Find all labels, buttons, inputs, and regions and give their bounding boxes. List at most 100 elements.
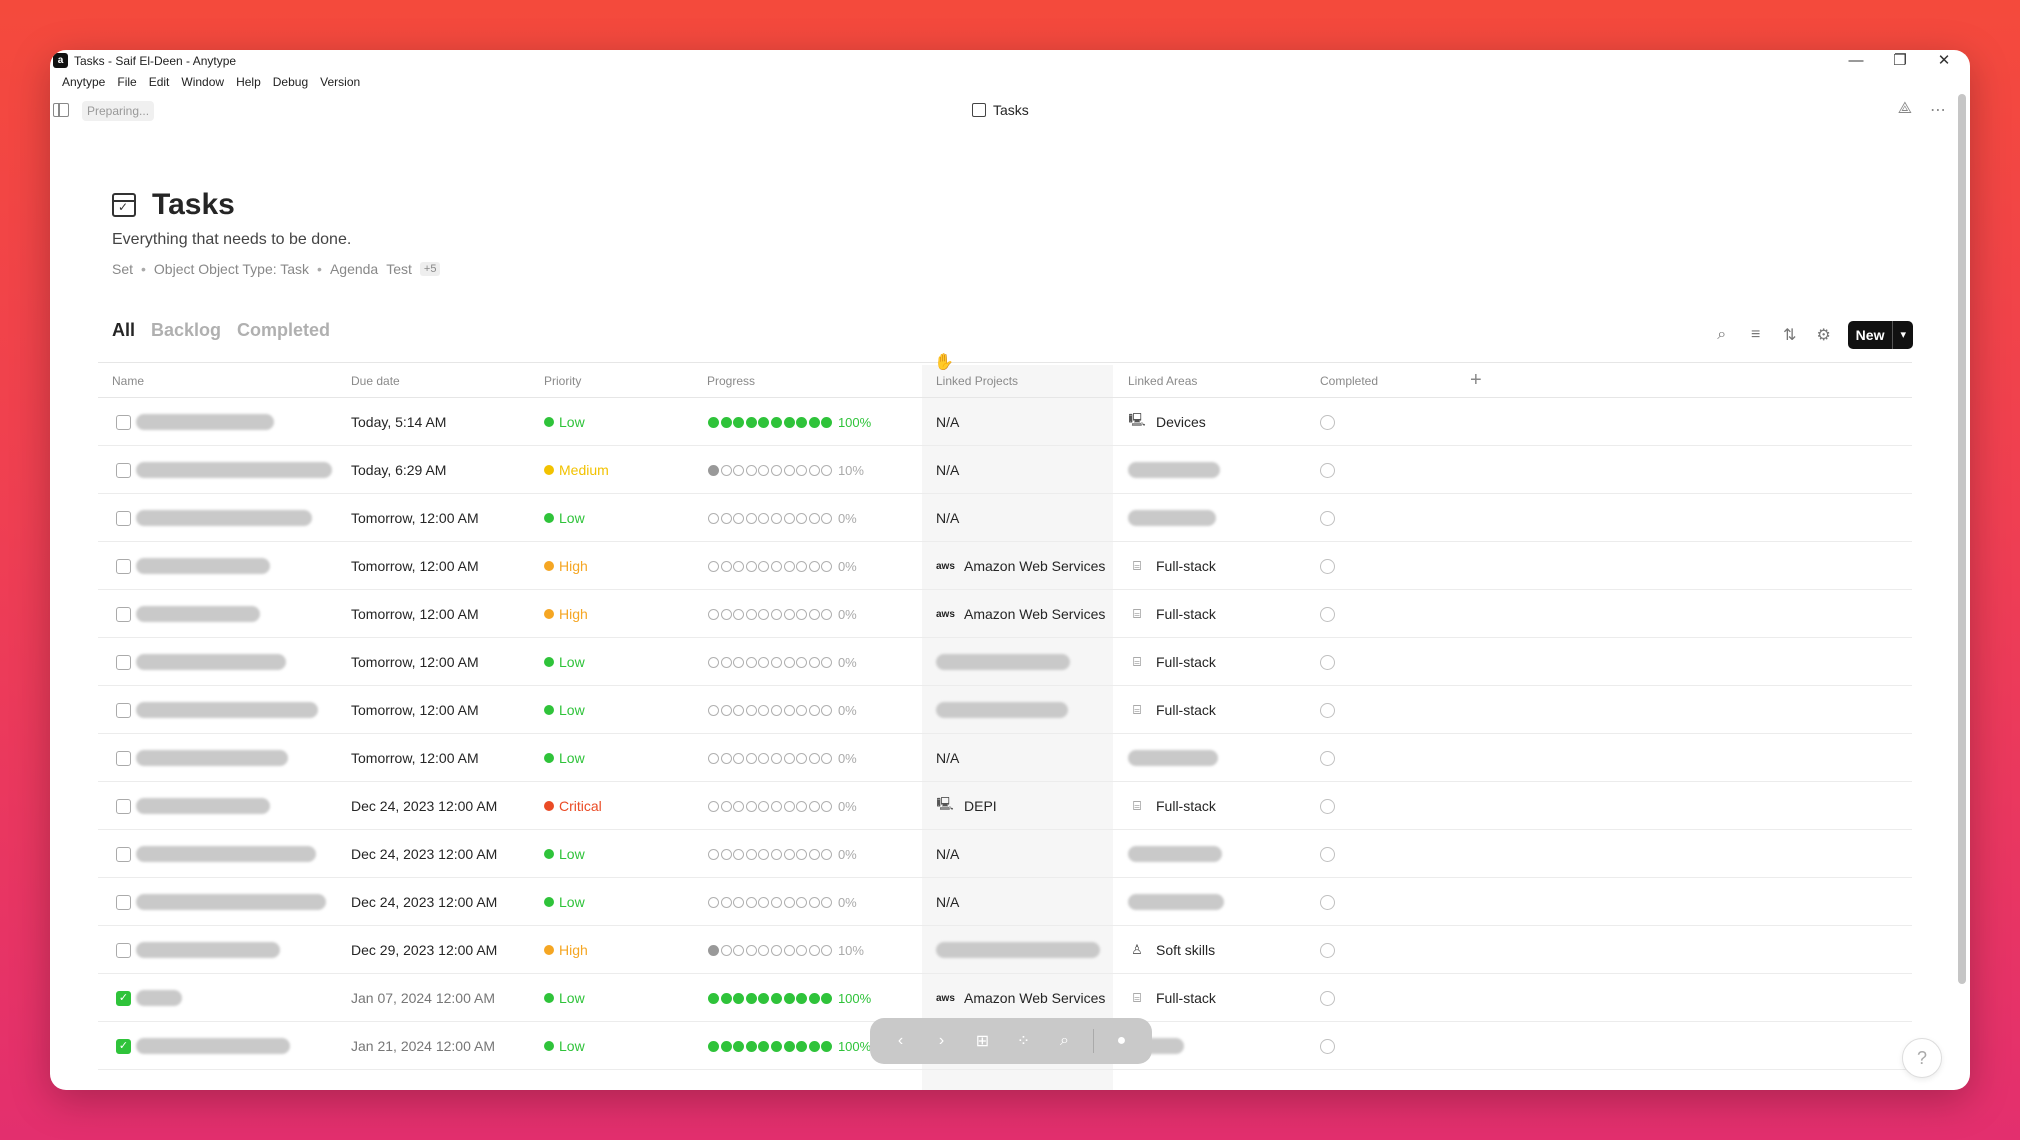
linked-area-cell[interactable]: ♙ Soft skills xyxy=(1128,926,1215,974)
meta-tag-agenda[interactable]: Agenda xyxy=(330,261,378,277)
progress-cell[interactable]: 100% xyxy=(708,1022,871,1070)
priority-cell[interactable]: High xyxy=(544,542,588,590)
sidebar-toggle-icon[interactable] xyxy=(53,103,69,117)
linked-area-cell[interactable]: ⌸ Full-stack xyxy=(1128,782,1216,830)
row-checkbox[interactable] xyxy=(116,750,131,766)
meta-tag-test[interactable]: Test xyxy=(386,261,412,277)
completed-toggle[interactable] xyxy=(1320,462,1335,478)
priority-cell[interactable]: Low xyxy=(544,638,585,686)
priority-cell[interactable]: Low xyxy=(544,1022,585,1070)
due-date-cell[interactable]: Tomorrow, 12:00 AM xyxy=(351,542,479,590)
table-row[interactable]: ✓ Jan 07, 2024 12:00 AM Low 100% aws Amazon W… xyxy=(98,974,1912,1022)
row-checkbox[interactable] xyxy=(116,702,131,718)
graph-icon[interactable]: ⟁ xyxy=(1898,100,1912,118)
sort-icon[interactable]: ⇅ xyxy=(1780,325,1800,345)
row-checkbox[interactable] xyxy=(116,606,131,622)
chevron-down-icon[interactable]: ▾ xyxy=(1892,321,1913,349)
table-row[interactable]: Tomorrow, 12:00 AM Low 0% ⌸ Full-stack xyxy=(98,686,1912,734)
task-name-cell[interactable] xyxy=(136,878,326,926)
progress-cell[interactable]: 0% xyxy=(708,542,857,590)
progress-cell[interactable]: 0% xyxy=(708,686,857,734)
linked-project-cell[interactable] xyxy=(936,686,1068,734)
task-name-cell[interactable] xyxy=(136,686,318,734)
due-date-cell[interactable]: Tomorrow, 12:00 AM xyxy=(351,590,479,638)
meta-set[interactable]: Set xyxy=(112,261,133,277)
due-date-cell[interactable]: Dec 24, 2023 12:00 AM xyxy=(351,878,497,926)
more-icon[interactable]: ⋯ xyxy=(1930,100,1946,120)
progress-cell[interactable]: 10% xyxy=(708,446,864,494)
completed-toggle[interactable] xyxy=(1320,414,1335,430)
page-description[interactable]: Everything that needs to be done. xyxy=(112,231,351,249)
row-checkbox[interactable] xyxy=(116,942,131,958)
linked-project-cell[interactable]: N/A xyxy=(936,398,959,446)
progress-cell[interactable]: 0% xyxy=(708,590,857,638)
column-progress[interactable]: Progress xyxy=(707,374,755,388)
linked-area-cell[interactable]: ⌸ Full-stack xyxy=(1128,638,1216,686)
close-button[interactable]: ✕ xyxy=(1922,52,1966,70)
progress-cell[interactable]: 100% xyxy=(708,974,871,1022)
column-linked-projects[interactable]: Linked Projects xyxy=(936,374,1018,388)
table-row[interactable]: Dec 29, 2023 12:00 AM High 10% ♙ Soft skills xyxy=(98,926,1912,974)
row-checkbox[interactable] xyxy=(116,846,131,862)
priority-cell[interactable]: Low xyxy=(544,734,585,782)
graph-icon[interactable]: ⁘ xyxy=(1011,1031,1037,1051)
completed-toggle[interactable] xyxy=(1320,990,1335,1006)
priority-cell[interactable]: High xyxy=(544,926,588,974)
completed-toggle[interactable] xyxy=(1320,942,1335,958)
table-row[interactable]: Tomorrow, 12:00 AM High 0% aws Amazon Web Se… xyxy=(98,590,1912,638)
table-row[interactable]: Tomorrow, 12:00 AM Low 0% N/A xyxy=(98,494,1912,542)
linked-area-cell[interactable] xyxy=(1128,878,1224,926)
scrollbar[interactable] xyxy=(1958,94,1966,984)
linked-project-cell[interactable] xyxy=(936,926,1100,974)
meta-type[interactable]: Object Object Type: Task xyxy=(154,261,309,277)
priority-cell[interactable]: Critical xyxy=(544,782,602,830)
row-checkbox[interactable] xyxy=(116,414,131,430)
column-completed[interactable]: Completed xyxy=(1320,374,1378,388)
row-checkbox[interactable]: ✓ xyxy=(116,990,131,1006)
task-name-cell[interactable] xyxy=(136,734,288,782)
progress-cell[interactable]: 0% xyxy=(708,878,857,926)
menu-file[interactable]: File xyxy=(111,72,142,92)
menu-anytype[interactable]: Anytype xyxy=(56,72,111,92)
linked-project-cell[interactable]: N/A xyxy=(936,494,959,542)
priority-cell[interactable]: High xyxy=(544,590,588,638)
priority-cell[interactable]: Low xyxy=(544,974,585,1022)
completed-toggle[interactable] xyxy=(1320,846,1335,862)
completed-toggle[interactable] xyxy=(1320,1038,1335,1054)
linked-area-cell[interactable]: ⌸ Full-stack xyxy=(1128,542,1216,590)
tab-completed[interactable]: Completed xyxy=(237,320,330,341)
help-button[interactable]: ? xyxy=(1902,1038,1942,1078)
due-date-cell[interactable]: Jan 07, 2024 12:00 AM xyxy=(351,974,495,1022)
task-name-cell[interactable] xyxy=(136,494,312,542)
priority-cell[interactable]: Low xyxy=(544,830,585,878)
settings-sliders-icon[interactable]: ⚙ xyxy=(1814,325,1834,345)
linked-project-cell[interactable]: aws Amazon Web Services xyxy=(936,974,1105,1022)
linked-area-cell[interactable]: ⌸ Full-stack xyxy=(1128,974,1216,1022)
column-due-date[interactable]: Due date xyxy=(351,374,400,388)
menu-help[interactable]: Help xyxy=(230,72,267,92)
priority-cell[interactable]: Low xyxy=(544,398,585,446)
tab-backlog[interactable]: Backlog xyxy=(151,320,221,341)
completed-toggle[interactable] xyxy=(1320,558,1335,574)
table-row[interactable]: Today, 5:14 AM Low 100% N/A 🖳 Devices xyxy=(98,398,1912,446)
task-name-cell[interactable] xyxy=(136,974,182,1022)
row-checkbox[interactable] xyxy=(116,654,131,670)
due-date-cell[interactable]: Dec 24, 2023 12:00 AM xyxy=(351,782,497,830)
task-name-cell[interactable] xyxy=(136,926,280,974)
linked-project-cell[interactable] xyxy=(936,638,1070,686)
progress-cell[interactable]: 0% xyxy=(708,638,857,686)
completed-toggle[interactable] xyxy=(1320,798,1335,814)
linked-area-cell[interactable] xyxy=(1128,830,1222,878)
linked-project-cell[interactable]: N/A xyxy=(936,446,959,494)
progress-cell[interactable]: 0% xyxy=(708,782,857,830)
new-button[interactable]: New ▾ xyxy=(1847,321,1913,349)
meta-more-badge[interactable]: +5 xyxy=(419,262,441,276)
menu-version[interactable]: Version xyxy=(314,72,366,92)
progress-cell[interactable]: 10% xyxy=(708,926,864,974)
menu-window[interactable]: Window xyxy=(175,72,230,92)
row-checkbox[interactable] xyxy=(116,510,131,526)
page-title[interactable]: Tasks xyxy=(152,188,235,222)
column-priority[interactable]: Priority xyxy=(544,374,581,388)
linked-area-cell[interactable]: ⌸ Full-stack xyxy=(1128,590,1216,638)
tab-all[interactable]: All xyxy=(112,320,135,341)
